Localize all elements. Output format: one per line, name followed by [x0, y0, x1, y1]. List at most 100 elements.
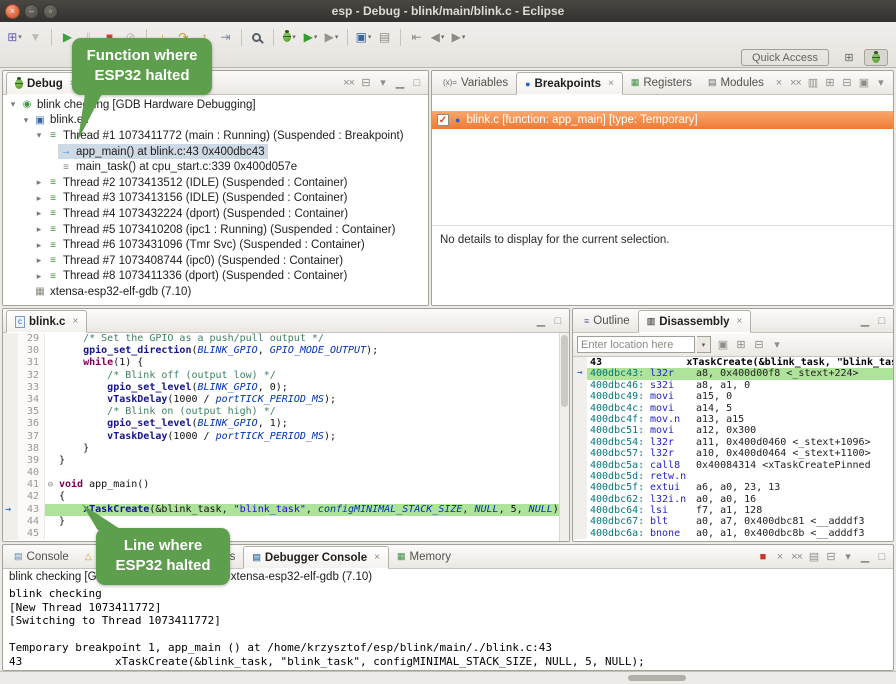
tab-debugger-console[interactable]: ▤ Debugger Console ×: [243, 546, 389, 569]
close-icon[interactable]: ×: [737, 316, 743, 327]
tab-registers[interactable]: ▦ Registers: [623, 71, 700, 94]
disassembly-row[interactable]: →400dbc43:l32ra8, 0x400d00f8 <_stext+224…: [573, 368, 893, 379]
debug-tree-item[interactable]: ▸≡Thread #6 1073431096 (Tmr Svc) (Suspen…: [3, 237, 428, 253]
dropdown-arrow-icon[interactable]: ▾: [368, 33, 372, 41]
expand-all-icon[interactable]: ⊞: [823, 76, 836, 89]
debug-tree-item[interactable]: ▸≡Thread #3 1073413156 (IDLE) (Suspended…: [3, 191, 428, 207]
maximize-icon[interactable]: □: [551, 315, 564, 327]
disassembly-menu-icon[interactable]: ▾: [770, 338, 783, 351]
disassembly-row[interactable]: 400dbc6a:bnonea0, a1, 0x400dbc8b <__addd…: [573, 528, 893, 539]
expand-icon[interactable]: ▸: [33, 193, 45, 204]
navigate-to-pc-icon[interactable]: ▣: [716, 338, 729, 351]
expand-icon[interactable]: ▸: [33, 271, 45, 282]
disassembly-row[interactable]: 400dbc5f:extuia6, a0, 23, 13: [573, 482, 893, 493]
disassembly-row[interactable]: 400dbc62:l32i.na0, a0, 16: [573, 494, 893, 505]
debug-tree-item[interactable]: ▾◉blink checking [GDB Hardware Debugging…: [3, 97, 428, 113]
dropdown-arrow-icon[interactable]: ▾: [18, 33, 22, 41]
tab-breakpoints[interactable]: ● Breakpoints ×: [516, 72, 623, 95]
disassembly-row[interactable]: 400dbc46:s32ia8, a1, 0: [573, 380, 893, 391]
external-tools-button[interactable]: ▶▾: [321, 27, 342, 48]
new-button[interactable]: ⊞▾: [4, 27, 25, 48]
fold-collapse-icon[interactable]: ⊖: [44, 479, 56, 491]
editor-line[interactable]: 40: [3, 467, 569, 479]
remove-launch-icon[interactable]: ×: [773, 551, 786, 563]
forward-button[interactable]: ▶▾: [448, 27, 469, 48]
disassembly-row[interactable]: 400dbc5a:call80x40084314 <xTaskCreatePin…: [573, 460, 893, 471]
editor-line[interactable]: 37 vTaskDelay(1000 / portTICK_PERIOD_MS)…: [3, 431, 569, 443]
window-minimize-button[interactable]: –: [24, 4, 39, 19]
tab-variables[interactable]: (x)= Variables: [435, 71, 516, 94]
back-button[interactable]: ◀▾: [427, 27, 448, 48]
horizontal-scrollbar-thumb[interactable]: [628, 675, 686, 681]
scroll-lock-icon[interactable]: ⊟: [824, 550, 837, 563]
remove-breakpoint-icon[interactable]: ×: [772, 77, 785, 89]
new-project-button[interactable]: ▣▾: [353, 27, 374, 48]
disassembly-row[interactable]: 400dbc49:movia15, 0: [573, 391, 893, 402]
debug-tree-item[interactable]: ▸≡Thread #4 1073432224 (dport) (Suspende…: [3, 206, 428, 222]
editor-line[interactable]: 34 vTaskDelay(1000 / portTICK_PERIOD_MS)…: [3, 394, 569, 406]
tab-outline[interactable]: ≡ Outline: [576, 309, 638, 332]
view-menu-icon[interactable]: ▾: [874, 76, 887, 89]
location-input[interactable]: [577, 336, 695, 353]
maximize-icon[interactable]: □: [875, 551, 888, 563]
tab-console[interactable]: ▤ Console: [6, 545, 77, 568]
expand-icon[interactable]: ▸: [33, 240, 45, 251]
disassembly-row[interactable]: 400dbc4f:mov.na13, a15: [573, 414, 893, 425]
close-icon[interactable]: ×: [72, 316, 78, 327]
show-breakpoints-for-selection-icon[interactable]: ▥: [806, 76, 819, 89]
debug-tree-item[interactable]: ▾▣blink.elf: [3, 113, 428, 129]
terminate-icon[interactable]: ■: [756, 551, 769, 563]
editor-line[interactable]: 29 /* Set the GPIO as a push/pull output…: [3, 333, 569, 345]
tab-blink-c[interactable]: c blink.c ×: [6, 310, 87, 333]
expand-icon[interactable]: ▸: [33, 208, 45, 219]
debug-perspective-icon[interactable]: [864, 49, 888, 66]
maximize-icon[interactable]: □: [875, 315, 888, 327]
editor-line[interactable]: 36 gpio_set_level(BLINK_GPIO, 1);: [3, 418, 569, 430]
editor-line[interactable]: 45: [3, 528, 569, 540]
dropdown-arrow-icon[interactable]: ▾: [292, 33, 296, 41]
disassembly-row[interactable]: 400dbc4c:movia14, 5: [573, 403, 893, 414]
last-edit-location-button[interactable]: ⇤: [406, 27, 427, 48]
editor-scrollbar[interactable]: [559, 333, 569, 541]
expand-icon[interactable]: ▸: [33, 177, 45, 188]
editor-line[interactable]: 35 /* Blink on (output high) */: [3, 406, 569, 418]
dropdown-arrow-icon[interactable]: ▾: [314, 33, 318, 41]
debug-tree-item[interactable]: →app_main() at blink.c:43 0x400dbc43: [3, 144, 428, 160]
debug-tree-item[interactable]: ≡main_task() at cpu_start.c:339 0x400d05…: [3, 159, 428, 175]
disassembly-row[interactable]: 400dbc51:movia12, 0x300: [573, 425, 893, 436]
refresh-icon[interactable]: ⊞: [734, 338, 747, 351]
close-icon[interactable]: ×: [374, 552, 380, 563]
scrollbar-thumb[interactable]: [561, 335, 568, 407]
debug-tree-item[interactable]: ▸≡Thread #8 1073411336 (dport) (Suspende…: [3, 269, 428, 285]
debug-button[interactable]: ▾: [279, 27, 300, 48]
debug-tree-item[interactable]: ▦xtensa-esp32-elf-gdb (7.10): [3, 284, 428, 300]
tab-disassembly[interactable]: ▥ Disassembly ×: [638, 310, 752, 333]
disassembly-row[interactable]: 400dbc67:blta0, a7, 0x400dbc81 <__adddf3: [573, 516, 893, 527]
tab-modules[interactable]: ▤ Modules: [700, 71, 772, 94]
open-perspective-icon[interactable]: ⊞: [837, 49, 861, 66]
expand-icon[interactable]: ▸: [33, 224, 45, 235]
minimize-icon[interactable]: ▁: [891, 76, 894, 89]
editor-line[interactable]: 39}: [3, 455, 569, 467]
editor-line[interactable]: 33 gpio_set_level(BLINK_GPIO, 0);: [3, 382, 569, 394]
minimize-icon[interactable]: ▁: [393, 76, 406, 89]
collapse-all-icon[interactable]: ⊟: [359, 76, 372, 89]
debug-tree-item[interactable]: ▸≡Thread #7 1073408744 (ipc0) (Suspended…: [3, 253, 428, 269]
editor-line[interactable]: 42{: [3, 491, 569, 503]
close-icon[interactable]: ×: [608, 78, 614, 89]
window-maximize-button[interactable]: ▫: [43, 4, 58, 19]
maximize-icon[interactable]: □: [410, 77, 423, 89]
editor-line[interactable]: 38 }: [3, 443, 569, 455]
debug-tree-item[interactable]: ▸≡Thread #2 1073413512 (IDLE) (Suspended…: [3, 175, 428, 191]
clear-console-icon[interactable]: ▤: [807, 550, 820, 563]
quick-access-button[interactable]: Quick Access: [741, 49, 829, 66]
collapse-icon[interactable]: ▾: [20, 115, 32, 126]
collapse-icon[interactable]: ▾: [33, 130, 45, 141]
editor-line[interactable]: 30 gpio_set_direction(BLINK_GPIO, GPIO_M…: [3, 345, 569, 357]
link-with-debug-icon[interactable]: ▣: [857, 76, 870, 89]
remove-all-breakpoints-icon[interactable]: ××: [789, 77, 802, 89]
debug-tree-item[interactable]: ▸≡Thread #5 1073410208 (ipc1 : Running) …: [3, 222, 428, 238]
search-button[interactable]: [247, 27, 268, 48]
minimize-icon[interactable]: ▁: [858, 314, 871, 327]
minimize-icon[interactable]: ▁: [858, 550, 871, 563]
